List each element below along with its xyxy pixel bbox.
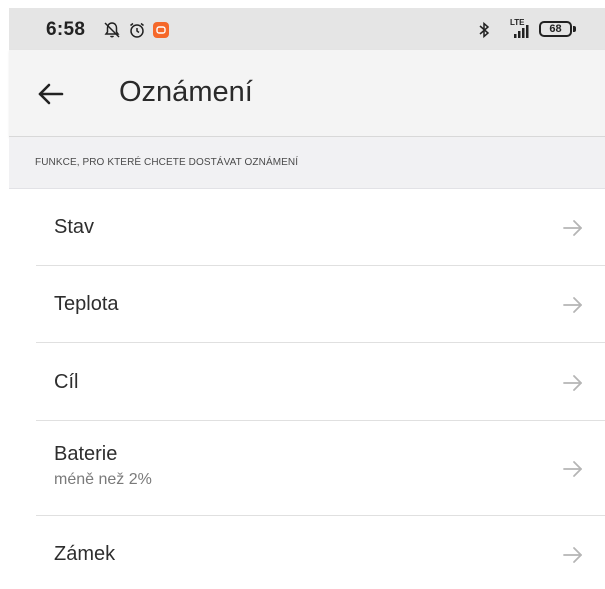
arrow-right-icon [561, 216, 585, 240]
list-item-cil[interactable]: Cíl [9, 343, 605, 421]
list-item-label: Teplota [54, 293, 119, 315]
list-item-label: Zámek [54, 543, 116, 565]
arrow-left-icon [38, 83, 64, 105]
list-item-stav[interactable]: Stav [9, 189, 605, 266]
list-item-baterie[interactable]: Baterie méně než 2% [9, 421, 605, 516]
status-bar: 6:58 LTE 68 [9, 8, 605, 50]
app-bar: Oznámení [9, 50, 605, 137]
list-item-label: Baterie [54, 443, 118, 465]
battery-icon: 68 [539, 21, 572, 37]
status-time: 6:58 [46, 19, 86, 40]
section-header-label: FUNKCE, PRO KTERÉ CHCETE DOSTÁVAT OZNÁME… [35, 157, 299, 168]
arrow-right-icon [561, 457, 585, 481]
alarm-icon [128, 21, 146, 39]
back-button[interactable] [35, 78, 67, 110]
list-item-label: Cíl [54, 371, 79, 393]
section-header: FUNKCE, PRO KTERÉ CHCETE DOSTÁVAT OZNÁME… [9, 137, 605, 189]
page-title: Oznámení [119, 76, 253, 108]
list-item-zamek[interactable]: Zámek [9, 516, 605, 589]
list-item-label: Stav [54, 216, 95, 238]
notifications-off-icon [103, 21, 121, 39]
arrow-right-icon [561, 293, 585, 317]
bluetooth-icon [475, 21, 493, 39]
list-item-sublabel: méně než 2% [54, 471, 152, 488]
arrow-right-icon [561, 371, 585, 395]
signal-icon [508, 22, 532, 40]
battery-tip [573, 26, 576, 32]
notification-feature-list: Stav Teplota Cíl Baterie méně než 2% Zám… [9, 189, 605, 589]
app-notification-icon [152, 21, 170, 39]
notifications-screen: 6:58 LTE 68 Oznámení FUNKCE, PRO KTERÉ C… [0, 0, 605, 589]
battery-level: 68 [549, 23, 562, 35]
arrow-right-icon [561, 543, 585, 567]
list-item-teplota[interactable]: Teplota [9, 266, 605, 343]
